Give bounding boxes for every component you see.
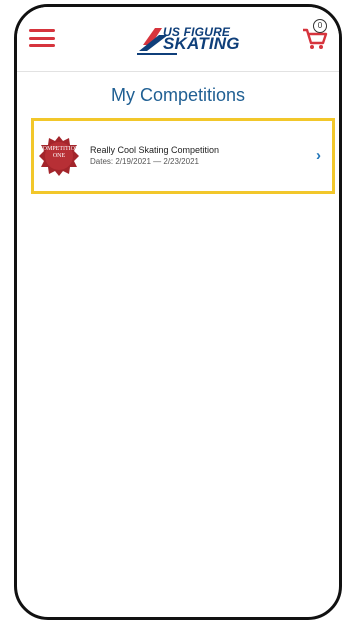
competition-info: Really Cool Skating Competition Dates: 2… [90,144,219,168]
menu-line [29,29,55,32]
menu-line [29,36,55,40]
phone-frame: US FIGURE SKATING 0 My Competitions COMP… [14,4,342,620]
competition-title: Really Cool Skating Competition [90,145,220,155]
competition-card[interactable]: COMPETITION ONE Really Cool Skating Comp… [31,118,335,194]
badge-text: COMPETITION ONE [38,146,80,160]
logo-text: US FIGURE SKATING [163,26,240,53]
badge-text-bottom: ONE [52,153,66,159]
cart-button[interactable]: 0 [299,19,329,53]
header-divider [17,71,339,72]
cart-count-badge: 0 [313,19,327,33]
logo-text-bottom: SKATING [163,34,240,53]
top-navigation-bar: US FIGURE SKATING 0 [17,7,339,69]
chevron-right-icon[interactable]: › [316,148,326,163]
badge-text-top: COMPETITION [38,146,80,152]
competition-badge: COMPETITION ONE [38,135,80,177]
page-title: My Competitions [110,85,246,105]
hamburger-menu-icon[interactable] [29,27,55,49]
us-figure-skating-logo: US FIGURE SKATING [133,21,239,61]
competition-dates: Dates: 2/19/2021 — 2/23/2021 [90,157,199,166]
menu-line [29,44,55,47]
